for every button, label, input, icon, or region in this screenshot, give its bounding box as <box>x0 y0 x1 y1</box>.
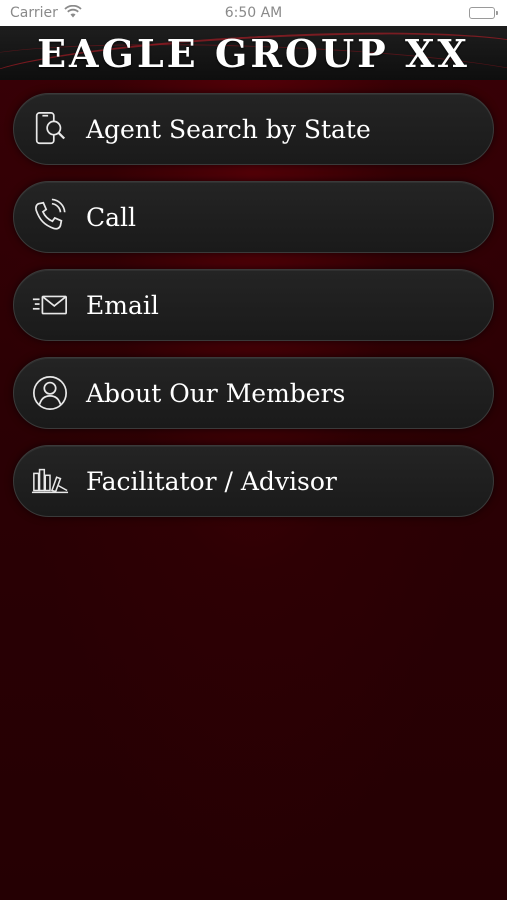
books-icon <box>30 461 70 501</box>
agent-search-button[interactable]: Agent Search by State <box>13 93 494 165</box>
call-button[interactable]: Call <box>13 181 494 253</box>
phone-call-icon <box>30 197 70 237</box>
wifi-icon <box>64 4 82 22</box>
menu-item-label: Call <box>86 202 137 232</box>
menu-item-label: Facilitator / Advisor <box>86 466 337 496</box>
status-bar: Carrier 6:50 AM <box>0 0 507 26</box>
facilitator-advisor-button[interactable]: Facilitator / Advisor <box>13 445 494 517</box>
email-button[interactable]: Email <box>13 269 494 341</box>
battery-icon <box>469 7 498 19</box>
phone-search-icon <box>30 109 70 149</box>
user-profile-icon <box>30 373 70 413</box>
menu-item-label: Email <box>86 290 159 320</box>
menu-item-label: About Our Members <box>86 378 346 408</box>
app-header: EAGLE GROUP XX <box>0 26 507 80</box>
main-menu: Agent Search by State Call Email About O… <box>13 93 494 533</box>
email-icon <box>30 285 70 325</box>
app-title: EAGLE GROUP XX <box>37 31 470 76</box>
menu-item-label: Agent Search by State <box>86 114 371 144</box>
about-members-button[interactable]: About Our Members <box>13 357 494 429</box>
carrier-label: Carrier <box>10 5 58 21</box>
